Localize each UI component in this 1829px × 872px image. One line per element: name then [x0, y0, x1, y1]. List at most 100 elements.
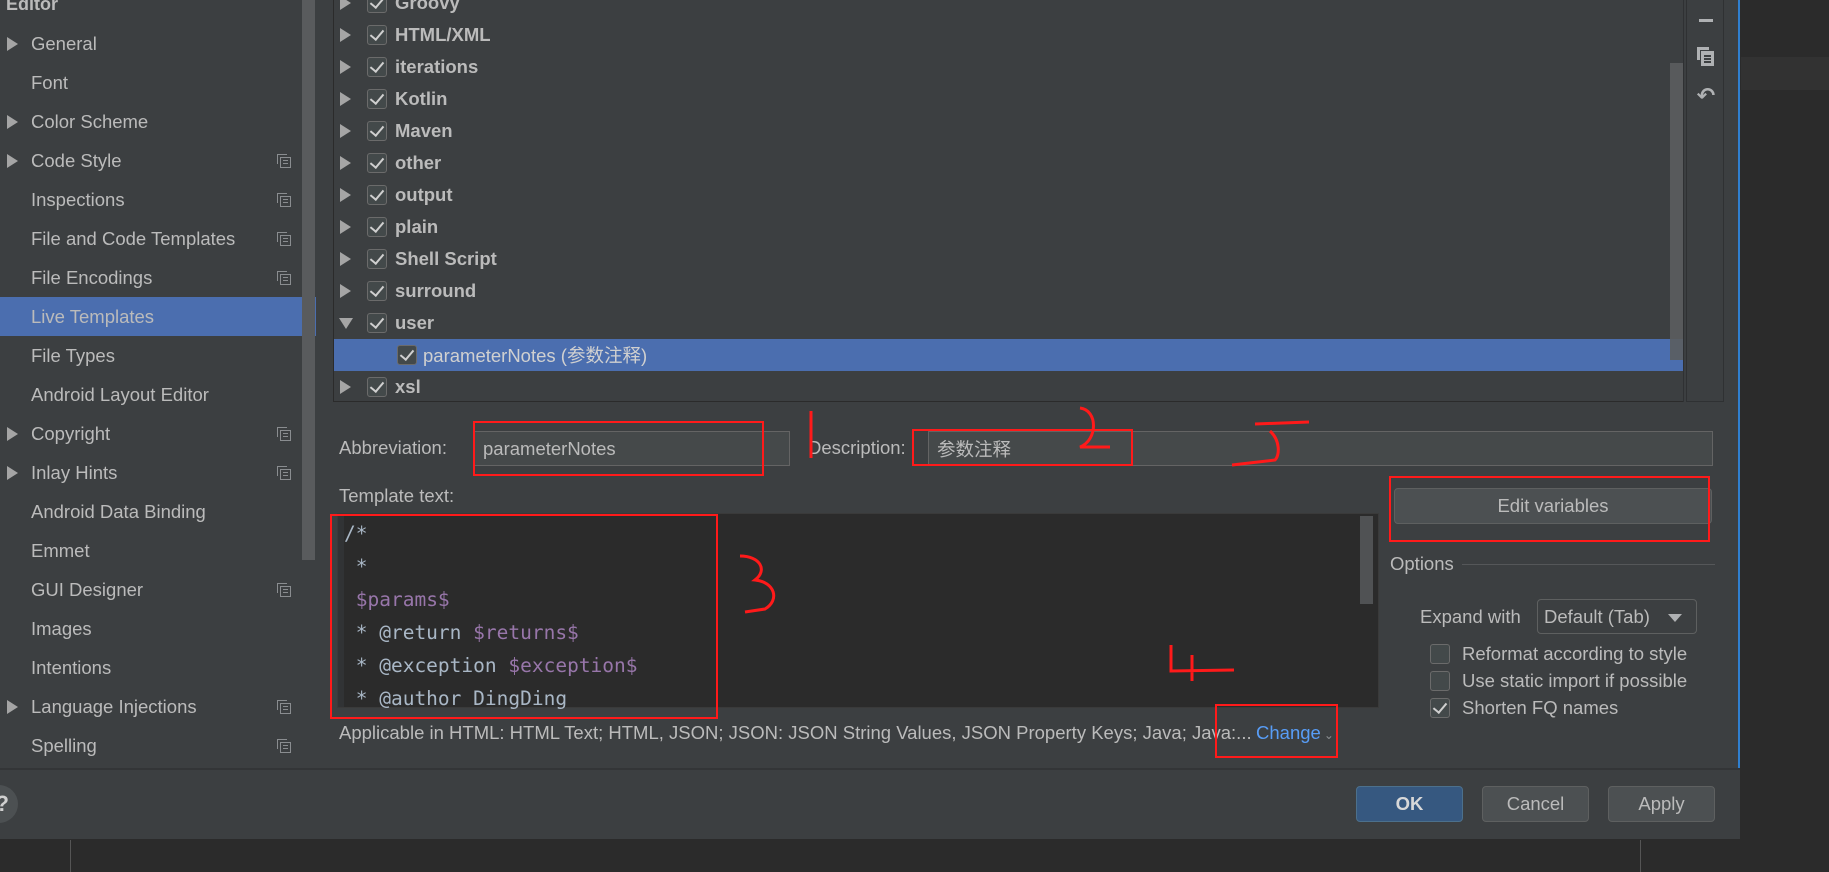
- editor-scrollbar[interactable]: [1360, 516, 1373, 604]
- sidebar-item-file-types[interactable]: File Types: [0, 336, 316, 375]
- sidebar-item-inspections[interactable]: Inspections: [0, 180, 316, 219]
- option-use-static-import-if-possible[interactable]: Use static import if possible: [1430, 668, 1687, 694]
- enabled-checkbox[interactable]: [367, 249, 387, 269]
- edit-variables-button[interactable]: Edit variables: [1394, 488, 1712, 524]
- template-group[interactable]: other: [334, 147, 1684, 179]
- option-checkbox[interactable]: [1430, 671, 1450, 691]
- template-label: plain: [395, 216, 439, 237]
- sidebar-item-label: Inlay Hints: [31, 461, 118, 483]
- template-label: Shell Script: [395, 248, 497, 269]
- expand-arrow-icon[interactable]: [340, 92, 351, 106]
- template-code[interactable]: /* * $params$ * @return $returns$ * @exc…: [344, 517, 638, 715]
- expand-arrow-icon[interactable]: [340, 188, 351, 202]
- sidebar-item-inlay-hints[interactable]: Inlay Hints: [0, 453, 316, 492]
- expand-arrow-icon[interactable]: [7, 699, 18, 714]
- change-contexts-link[interactable]: Change ⌄: [1256, 722, 1334, 744]
- expand-arrow-icon[interactable]: [7, 153, 18, 168]
- enabled-checkbox[interactable]: [367, 25, 387, 45]
- template-group[interactable]: iterations: [334, 51, 1684, 83]
- code-text: /*: [344, 522, 368, 545]
- abbreviation-input[interactable]: parameterNotes: [474, 431, 790, 466]
- template-group[interactable]: user: [334, 307, 1684, 339]
- sidebar-item-color-scheme[interactable]: Color Scheme: [0, 102, 316, 141]
- option-label: Use static import if possible: [1462, 670, 1688, 691]
- description-input[interactable]: 参数注释: [928, 431, 1713, 466]
- template-group[interactable]: xsl: [334, 371, 1684, 403]
- sidebar-item-label: Copyright: [31, 422, 111, 444]
- expand-arrow-icon[interactable]: [340, 124, 351, 138]
- options-separator: [1462, 564, 1715, 565]
- expand-arrow-icon[interactable]: [340, 28, 351, 42]
- code-line: * @exception $exception$: [344, 649, 638, 682]
- sidebar-item-emmet[interactable]: Emmet: [0, 531, 316, 570]
- expand-with-select[interactable]: Default (Tab): [1537, 599, 1697, 634]
- cancel-button[interactable]: Cancel: [1482, 786, 1589, 822]
- dialog-button-bar: [0, 768, 1740, 839]
- expand-arrow-icon[interactable]: [340, 156, 351, 170]
- sidebar-item-label: Spelling: [31, 734, 97, 756]
- sidebar-item-file-encodings[interactable]: File Encodings: [0, 258, 316, 297]
- enabled-checkbox[interactable]: [367, 0, 387, 13]
- sidebar-item-font[interactable]: Font: [0, 63, 316, 102]
- template-group[interactable]: Groovy: [334, 0, 1684, 19]
- sidebar-item-file-and-code-templates[interactable]: File and Code Templates: [0, 219, 316, 258]
- enabled-checkbox[interactable]: [367, 217, 387, 237]
- project-scope-icon: [277, 582, 291, 597]
- option-checkbox[interactable]: [1430, 698, 1450, 718]
- expand-arrow-icon[interactable]: [340, 220, 351, 234]
- sidebar-item-android-data-binding[interactable]: Android Data Binding: [0, 492, 316, 531]
- copy-icon[interactable]: [1696, 47, 1716, 67]
- template-group[interactable]: output: [334, 179, 1684, 211]
- template-label: output: [395, 184, 453, 205]
- sidebar-item-general[interactable]: General: [0, 24, 316, 63]
- remove-icon[interactable]: [1696, 10, 1716, 30]
- enabled-checkbox[interactable]: [367, 185, 387, 205]
- enabled-checkbox[interactable]: [367, 89, 387, 109]
- enabled-checkbox[interactable]: [367, 153, 387, 173]
- template-variable: $exception$: [508, 654, 638, 677]
- template-group[interactable]: plain: [334, 211, 1684, 243]
- apply-button[interactable]: Apply: [1608, 786, 1715, 822]
- expand-arrow-icon[interactable]: [340, 284, 351, 298]
- ok-button[interactable]: OK: [1356, 786, 1463, 822]
- expand-with-value: Default (Tab): [1544, 605, 1650, 627]
- sidebar-item-live-templates[interactable]: Live Templates: [0, 297, 316, 336]
- sidebar-item-intentions[interactable]: Intentions: [0, 648, 316, 687]
- enabled-checkbox[interactable]: [367, 121, 387, 141]
- expand-arrow-icon[interactable]: [7, 426, 18, 441]
- template-text-editor[interactable]: /* * $params$ * @return $returns$ * @exc…: [337, 513, 1379, 710]
- template-group[interactable]: Shell Script: [334, 243, 1684, 275]
- sidebar-item-copyright[interactable]: Copyright: [0, 414, 316, 453]
- template-group[interactable]: Kotlin: [334, 83, 1684, 115]
- sidebar-item-code-style[interactable]: Code Style: [0, 141, 316, 180]
- enabled-checkbox[interactable]: [367, 281, 387, 301]
- sidebar-item-language-injections[interactable]: Language Injections: [0, 687, 316, 726]
- expand-arrow-icon[interactable]: [340, 380, 351, 394]
- expand-arrow-icon[interactable]: [7, 114, 18, 129]
- enabled-checkbox[interactable]: [367, 377, 387, 397]
- enabled-checkbox[interactable]: [367, 57, 387, 77]
- editor-current-line: [1741, 57, 1829, 90]
- restore-defaults-icon[interactable]: ↶: [1696, 85, 1716, 107]
- expand-arrow-icon[interactable]: [7, 465, 18, 480]
- tree-scrollbar[interactable]: [1670, 63, 1683, 360]
- sidebar-item-gui-designer[interactable]: GUI Designer: [0, 570, 316, 609]
- option-reformat-according-to-style[interactable]: Reformat according to style: [1430, 641, 1687, 667]
- sidebar-item-images[interactable]: Images: [0, 609, 316, 648]
- sidebar-scrollbar[interactable]: [302, 0, 315, 560]
- enabled-checkbox[interactable]: [367, 313, 387, 333]
- sidebar-item-spelling[interactable]: Spelling: [0, 726, 316, 765]
- expand-arrow-icon[interactable]: [340, 0, 351, 10]
- template-item[interactable]: parameterNotes (参数注释): [334, 339, 1684, 371]
- expand-arrow-icon[interactable]: [340, 60, 351, 74]
- option-checkbox[interactable]: [1430, 644, 1450, 664]
- template-group[interactable]: HTML/XML: [334, 19, 1684, 51]
- expand-arrow-icon[interactable]: [340, 252, 351, 266]
- template-group[interactable]: Maven: [334, 115, 1684, 147]
- expand-arrow-icon[interactable]: [7, 36, 18, 51]
- collapse-arrow-icon[interactable]: [339, 317, 353, 329]
- enabled-checkbox[interactable]: [397, 345, 417, 365]
- option-shorten-fq-names[interactable]: Shorten FQ names: [1430, 695, 1618, 721]
- sidebar-item-android-layout-editor[interactable]: Android Layout Editor: [0, 375, 316, 414]
- template-group[interactable]: surround: [334, 275, 1684, 307]
